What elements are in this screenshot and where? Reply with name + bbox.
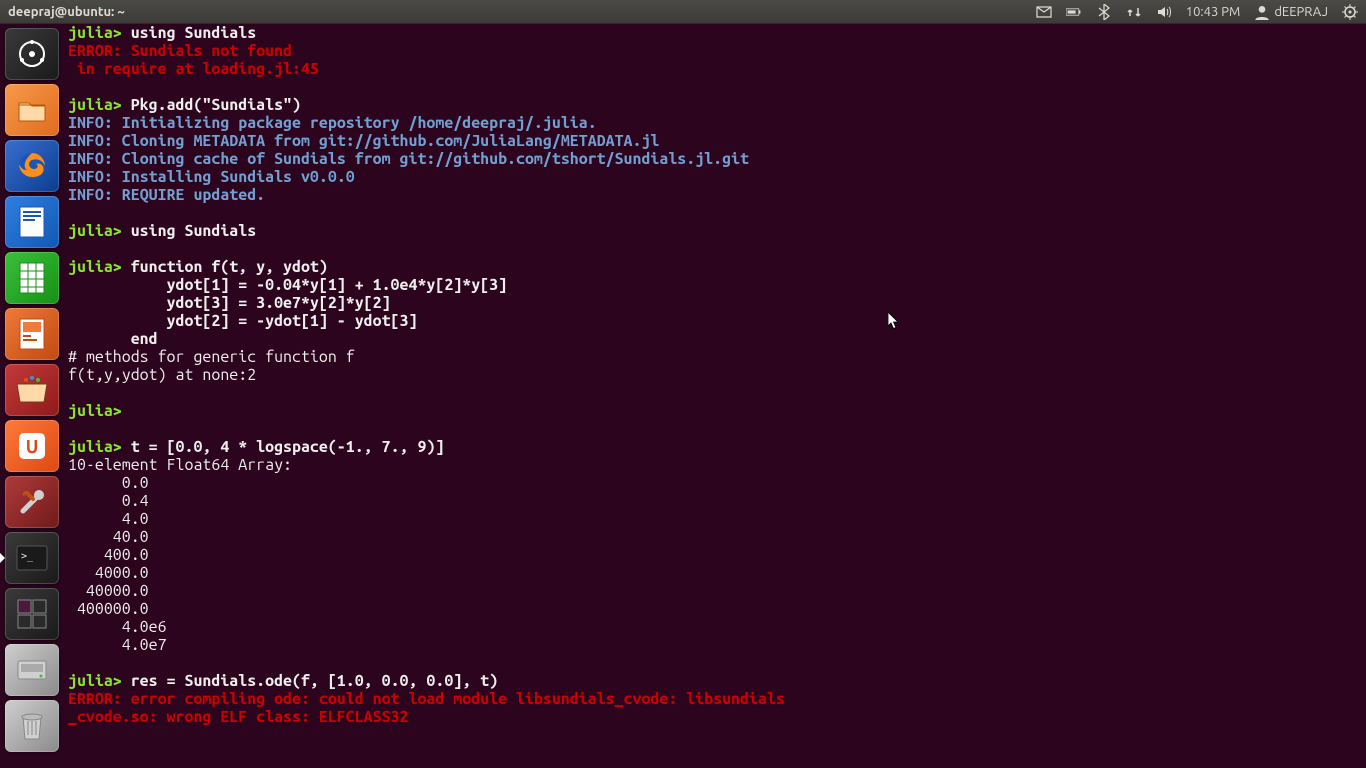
launcher-disk[interactable] (5, 644, 59, 696)
array-item: 4.0e6 (68, 618, 167, 636)
output-line: ydot[3] = 3.0e7*y[2]*y[2] (68, 294, 391, 312)
prompt: julia> (68, 258, 122, 276)
launcher-firefox[interactable] (5, 140, 59, 192)
launcher-software[interactable] (5, 364, 59, 416)
unity-launcher: U >_ (0, 24, 64, 768)
array-item: 4.0 (68, 510, 158, 528)
output-line: ydot[2] = -ydot[1] - ydot[3] (68, 312, 417, 330)
battery-icon[interactable] (1066, 4, 1082, 20)
cmd-line: using Sundials (122, 24, 256, 42)
prompt: julia> (68, 402, 122, 420)
launcher-calc[interactable] (5, 252, 59, 304)
bluetooth-icon[interactable] (1096, 4, 1112, 20)
array-item: 40.0 (68, 528, 158, 546)
launcher-ubuntu-one[interactable]: U (5, 420, 59, 472)
volume-icon[interactable] (1156, 4, 1172, 20)
array-item: 0.0 (68, 474, 158, 492)
prompt: julia> (68, 222, 122, 240)
info-tag: INFO: (68, 168, 113, 186)
launcher-trash[interactable] (5, 700, 59, 752)
top-panel: deepraj@ubuntu: ~ 10:43 PM dEEPRAJ (0, 0, 1366, 24)
error-line: in require at loading.jl:45 (68, 60, 319, 78)
info-tag: INFO: (68, 186, 113, 204)
terminal-output[interactable]: julia> using Sundials ERROR: Sundials no… (64, 24, 1366, 768)
array-item: 0.4 (68, 492, 158, 510)
output-line: ydot[1] = -0.04*y[1] + 1.0e4*y[2]*y[3] (68, 276, 507, 294)
network-icon[interactable] (1126, 4, 1142, 20)
cmd-line: t = [0.0, 4 * logspace(-1., 7., 9)] (122, 438, 445, 456)
output-line: # methods for generic function f (68, 348, 355, 366)
launcher-workspace[interactable] (5, 588, 59, 640)
prompt: julia> (68, 672, 122, 690)
output-line: 10-element Float64 Array: (68, 456, 292, 474)
info-text: Cloning cache of Sundials from git://git… (113, 150, 749, 168)
launcher-writer[interactable] (5, 196, 59, 248)
cmd-line: using Sundials (122, 222, 256, 240)
prompt: julia> (68, 24, 122, 42)
cmd-line: function f(t, y, ydot) (122, 258, 328, 276)
output-line: end (68, 330, 158, 348)
array-item: 4.0e7 (68, 636, 167, 654)
power-icon[interactable] (1342, 4, 1358, 20)
window-title: deepraj@ubuntu: ~ (8, 5, 125, 19)
info-text: Cloning METADATA from git://github.com/J… (113, 132, 660, 150)
prompt: julia> (68, 438, 122, 456)
svg-text:>_: >_ (21, 551, 34, 562)
clock[interactable]: 10:43 PM (1186, 5, 1241, 19)
info-tag: INFO: (68, 150, 113, 168)
launcher-dash[interactable] (5, 28, 59, 80)
user-menu[interactable]: dEEPRAJ (1254, 4, 1328, 20)
launcher-impress[interactable] (5, 308, 59, 360)
error-line: ERROR: Sundials not found (68, 42, 292, 60)
launcher-files[interactable] (5, 84, 59, 136)
launcher-settings[interactable] (5, 476, 59, 528)
info-text: Initializing package repository /home/de… (113, 114, 597, 132)
array-item: 40000.0 (68, 582, 158, 600)
cmd-line: Pkg.add("Sundials") (122, 96, 301, 114)
array-item: 4000.0 (68, 564, 158, 582)
info-tag: INFO: (68, 132, 113, 150)
info-text: Installing Sundials v0.0.0 (113, 168, 355, 186)
prompt: julia> (68, 96, 122, 114)
cmd-line: res = Sundials.ode(f, [1.0, 0.0, 0.0], t… (122, 672, 498, 690)
svg-text:U: U (26, 437, 39, 457)
info-text: REQUIRE updated. (113, 186, 265, 204)
info-tag: INFO: (68, 114, 113, 132)
mail-icon[interactable] (1036, 4, 1052, 20)
error-line: _cvode.so: wrong ELF class: ELFCLASS32 (68, 708, 408, 726)
output-line: f(t,y,ydot) at none:2 (68, 366, 256, 384)
array-item: 400000.0 (68, 600, 158, 618)
array-item: 400.0 (68, 546, 158, 564)
launcher-terminal[interactable]: >_ (5, 532, 59, 584)
error-line: ERROR: error compiling ode: could not lo… (68, 690, 785, 708)
